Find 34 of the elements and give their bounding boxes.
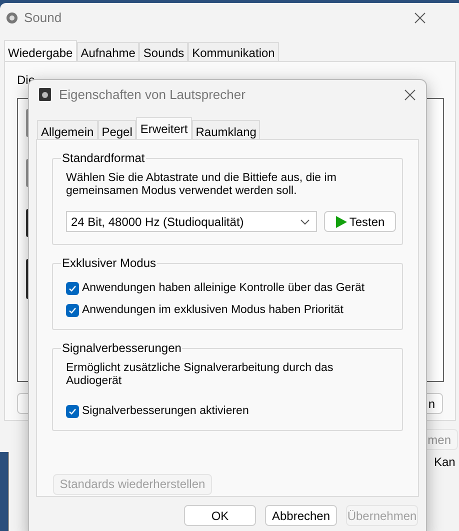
tab[interactable]: Allgemein xyxy=(37,120,98,139)
format-dropdown[interactable]: 24 Bit, 48000 Hz (Studioqualität) xyxy=(66,211,317,232)
checkbox-label: Anwendungen im exklusiven Modus haben Priorität xyxy=(82,303,344,317)
checkbox[interactable] xyxy=(66,282,79,294)
description: Ermöglicht zusätzliche Signalverarbeitung durch das Audiogerät xyxy=(66,362,334,388)
tab[interactable]: Pegel xyxy=(98,120,136,139)
close-icon[interactable] xyxy=(404,88,416,100)
dialog-button[interactable]: Abbrechen xyxy=(265,505,337,526)
window-title: Sound xyxy=(24,9,62,28)
tab[interactable]: Sounds xyxy=(139,42,188,61)
speaker-icon xyxy=(6,12,18,24)
checkbox[interactable] xyxy=(66,404,79,418)
test-button[interactable]: Testen xyxy=(324,211,396,232)
tab[interactable]: Aufnahme xyxy=(76,42,140,61)
tab[interactable]: Wiedergabe xyxy=(4,40,77,61)
dialog-button[interactable]: OK xyxy=(184,505,256,526)
chevron-icon xyxy=(300,218,310,224)
dialog-title: Eigenschaften von Lautsprecher xyxy=(59,86,246,104)
check-icon xyxy=(68,306,77,314)
group-title: Signalverbesserungen xyxy=(61,340,182,356)
checkbox[interactable] xyxy=(66,304,79,316)
close-icon xyxy=(414,12,426,24)
checkbox-label: Anwendungen haben alleinige Kontrolle über das Gerät xyxy=(82,281,365,295)
check-icon xyxy=(68,284,77,292)
checkbox-label: Signalverbesserungen aktivieren xyxy=(82,404,249,418)
play-icon xyxy=(335,216,348,228)
window-text: Kan xyxy=(434,454,456,471)
tab[interactable]: Erweitert xyxy=(136,117,192,139)
tab[interactable]: Kommunikation xyxy=(188,42,279,61)
description: Wählen Sie die Abtastrate und die Bittiefe aus, die im gemeinsamen Modus verwendet werden soll. xyxy=(66,172,338,198)
tab[interactable]: Raumklang xyxy=(192,120,260,139)
dropdown-value: 24 Bit, 48000 Hz (Studioqualität) xyxy=(71,214,244,230)
check-icon xyxy=(68,406,77,416)
speaker-icon xyxy=(39,88,51,101)
